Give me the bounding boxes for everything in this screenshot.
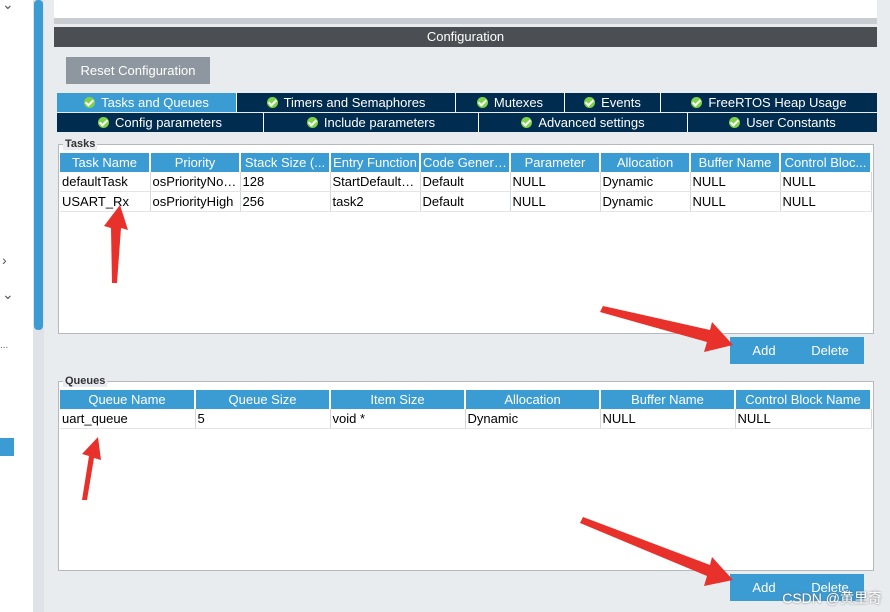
reset-configuration-button[interactable]: Reset Configuration <box>66 57 210 84</box>
right-edge <box>877 0 890 612</box>
column-header[interactable]: Item Size <box>330 390 466 409</box>
tab-label: User Constants <box>746 115 836 130</box>
column-header[interactable]: Priority <box>150 153 241 172</box>
control-block-cell[interactable]: NULL <box>780 191 872 212</box>
table-row[interactable]: defaultTask osPriorityNor... 128 StartDe… <box>60 172 872 192</box>
tab-label: Include parameters <box>323 115 436 130</box>
queues-table: Queue Name Queue Size Item Size Allocati… <box>60 390 872 429</box>
task-name-cell[interactable]: defaultTask <box>60 172 151 192</box>
queue-name-cell[interactable]: uart_queue <box>60 409 196 429</box>
check-icon <box>306 117 318 128</box>
allocation-cell[interactable]: Dynamic <box>465 409 601 429</box>
tasks-add-button[interactable]: Add <box>730 337 798 364</box>
column-header[interactable]: Queue Name <box>60 390 196 409</box>
tab-events[interactable]: Events <box>565 93 661 112</box>
tab-label: Timers and Semaphores <box>283 95 426 110</box>
panel-separator[interactable] <box>54 18 877 24</box>
ellipsis-text: ... <box>0 340 9 351</box>
table-row[interactable]: uart_queue 5 void * Dynamic NULL NULL <box>60 409 872 429</box>
priority-cell[interactable]: osPriorityHigh <box>150 191 241 212</box>
parameter-cell[interactable]: NULL <box>510 172 601 192</box>
watermark: CSDN @黄里奇 <box>782 590 882 606</box>
check-icon <box>584 97 596 108</box>
tasks-header-row: Task Name Priority Stack Size (... Entry… <box>60 153 872 172</box>
tab-advanced-settings[interactable]: Advanced settings <box>479 113 688 132</box>
chevron-down-icon[interactable]: ⌄ <box>2 0 14 13</box>
tab-tasks-and-queues[interactable]: Tasks and Queues <box>57 93 237 112</box>
stack-size-cell[interactable]: 128 <box>240 172 331 192</box>
tab-label: Mutexes <box>493 95 544 110</box>
column-header[interactable]: Code Genera... <box>420 153 511 172</box>
allocation-cell[interactable]: Dynamic <box>600 191 691 212</box>
priority-cell[interactable]: osPriorityNor... <box>150 172 241 192</box>
upper-panel <box>54 0 877 18</box>
check-icon <box>521 117 533 128</box>
tab-label: Advanced settings <box>538 115 645 130</box>
tab-label: FreeRTOS Heap Usage <box>708 95 847 110</box>
chevron-down-icon[interactable]: ⌄ <box>2 286 14 303</box>
column-header[interactable]: Queue Size <box>195 390 331 409</box>
tab-include-parameters[interactable]: Include parameters <box>264 113 479 132</box>
column-header[interactable]: Stack Size (... <box>240 153 331 172</box>
column-header[interactable]: Parameter <box>510 153 601 172</box>
check-icon <box>476 97 488 108</box>
buffer-name-cell[interactable]: NULL <box>690 191 781 212</box>
check-icon <box>84 97 96 108</box>
check-icon <box>98 117 110 128</box>
tasks-group-label: Tasks <box>63 138 98 150</box>
check-icon <box>691 97 703 108</box>
parameter-cell[interactable]: NULL <box>510 191 601 212</box>
check-icon <box>729 117 741 128</box>
queues-group-label: Queues <box>63 375 108 387</box>
tab-label: Events <box>601 95 641 110</box>
stack-size-cell[interactable]: 256 <box>240 191 331 212</box>
entry-function-cell[interactable]: task2 <box>330 191 421 212</box>
buffer-name-cell[interactable]: NULL <box>690 172 781 192</box>
tab-config-parameters[interactable]: Config parameters <box>57 113 264 132</box>
panel-divider[interactable] <box>44 0 54 612</box>
chevron-right-icon[interactable]: › <box>2 252 7 268</box>
table-row[interactable]: USART_Rx osPriorityHigh 256 task2 Defaul… <box>60 191 872 212</box>
left-selection-marker <box>0 438 14 456</box>
tab-label: Tasks and Queues <box>101 95 209 110</box>
control-block-cell[interactable]: NULL <box>780 172 872 192</box>
entry-function-cell[interactable]: StartDefaultT... <box>330 172 421 192</box>
queues-header-row: Queue Name Queue Size Item Size Allocati… <box>60 390 872 409</box>
column-header[interactable]: Buffer Name <box>600 390 736 409</box>
column-header[interactable]: Entry Function <box>330 153 421 172</box>
tab-label: Config parameters <box>115 115 222 130</box>
code-generation-cell[interactable]: Default <box>420 191 511 212</box>
tab-user-constants[interactable]: User Constants <box>688 113 877 132</box>
left-panel <box>0 0 37 612</box>
scrollbar-thumb[interactable] <box>34 0 43 330</box>
column-header[interactable]: Control Block Name <box>735 390 872 409</box>
column-header[interactable]: Task Name <box>60 153 151 172</box>
allocation-cell[interactable]: Dynamic <box>600 172 691 192</box>
task-name-cell[interactable]: USART_Rx <box>60 191 151 212</box>
column-header[interactable]: Control Bloc... <box>780 153 872 172</box>
check-icon <box>266 97 278 108</box>
tab-timers-and-semaphores[interactable]: Timers and Semaphores <box>237 93 456 112</box>
buffer-name-cell[interactable]: NULL <box>600 409 736 429</box>
control-block-name-cell[interactable]: NULL <box>735 409 872 429</box>
column-header[interactable]: Allocation <box>465 390 601 409</box>
column-header[interactable]: Buffer Name <box>690 153 781 172</box>
queue-size-cell[interactable]: 5 <box>195 409 331 429</box>
item-size-cell[interactable]: void * <box>330 409 466 429</box>
tasks-delete-button[interactable]: Delete <box>796 337 864 364</box>
column-header[interactable]: Allocation <box>600 153 691 172</box>
tasks-table: Task Name Priority Stack Size (... Entry… <box>60 153 872 212</box>
tab-freertos-heap-usage[interactable]: FreeRTOS Heap Usage <box>661 93 877 112</box>
code-generation-cell[interactable]: Default <box>420 172 511 192</box>
tab-mutexes[interactable]: Mutexes <box>456 93 565 112</box>
page-title: Configuration <box>54 27 877 47</box>
